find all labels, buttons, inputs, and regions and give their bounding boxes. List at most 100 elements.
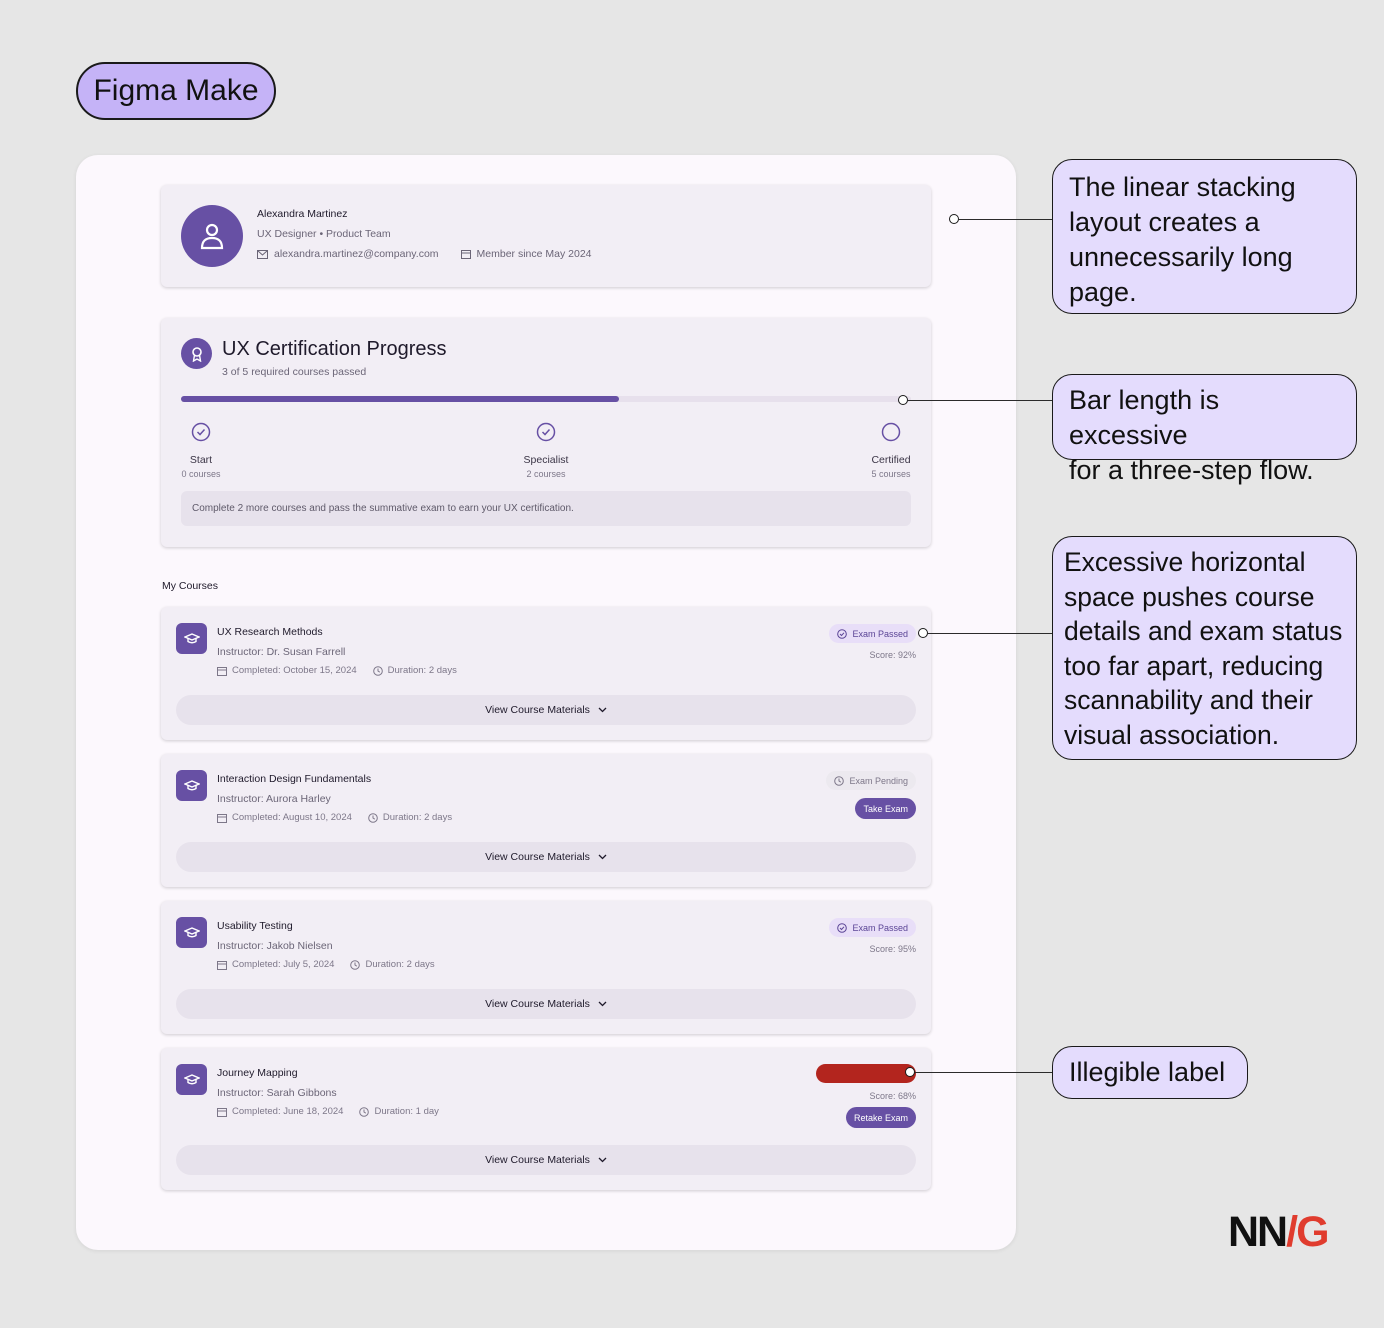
profile-email[interactable]: alexandra.martinez@company.com bbox=[274, 248, 439, 260]
certification-progress-card: UX Certification Progress 3 of 5 require… bbox=[161, 318, 931, 547]
calendar-icon bbox=[460, 250, 471, 259]
course-completed: Completed: July 5, 2024 bbox=[232, 959, 335, 970]
clock-icon bbox=[372, 665, 383, 676]
graduation-cap-icon bbox=[176, 917, 207, 948]
logo-slash: / bbox=[1286, 1208, 1298, 1256]
callout-text-line: layout creates a bbox=[1069, 207, 1260, 237]
award-icon bbox=[181, 338, 212, 369]
course-duration: Duration: 2 days bbox=[365, 959, 435, 970]
callout-illegible-label: Illegible label bbox=[1052, 1046, 1248, 1099]
view-materials-label: View Course Materials bbox=[485, 704, 590, 716]
my-courses-heading: My Courses bbox=[162, 580, 219, 592]
clock-icon bbox=[350, 959, 361, 970]
step-count: 2 courses bbox=[526, 469, 566, 479]
course-completed: Completed: October 15, 2024 bbox=[232, 665, 357, 676]
callout-text-line: space pushes course bbox=[1064, 581, 1315, 612]
graduation-cap-icon bbox=[176, 623, 207, 654]
course-instructor: Instructor: Sarah Gibbons bbox=[217, 1087, 337, 1099]
course-meta: Completed: August 10, 2024 Duration: 2 d… bbox=[217, 812, 452, 823]
figma-make-tag: Figma Make bbox=[76, 62, 276, 120]
progress-fill bbox=[181, 396, 619, 402]
course-score: Score: 68% bbox=[869, 1091, 916, 1101]
course-title: Journey Mapping bbox=[217, 1067, 298, 1079]
view-materials-label: View Course Materials bbox=[485, 998, 590, 1010]
course-title: Interaction Design Fundamentals bbox=[217, 773, 372, 785]
status-badge-illegible bbox=[816, 1064, 916, 1083]
course-title: Usability Testing bbox=[217, 920, 293, 932]
view-course-materials-button[interactable]: View Course Materials bbox=[176, 695, 916, 725]
callout-text-line: The linear stacking bbox=[1069, 172, 1296, 202]
course-duration: Duration: 1 day bbox=[374, 1106, 439, 1117]
profile-name: Alexandra Martinez bbox=[257, 208, 348, 220]
view-course-materials-button[interactable]: View Course Materials bbox=[176, 842, 916, 872]
callout-bar-length: Bar length is excessive for a three-step… bbox=[1052, 374, 1357, 485]
view-materials-label: View Course Materials bbox=[485, 1154, 590, 1166]
callout-leader-line bbox=[908, 400, 1053, 401]
course-instructor: Instructor: Dr. Susan Farrell bbox=[217, 646, 346, 658]
callout-horizontal-space: Excessive horizontal space pushes course… bbox=[1052, 536, 1357, 760]
calendar-icon bbox=[217, 1107, 227, 1117]
callout-leader-line bbox=[928, 633, 1053, 634]
profile-meta: alexandra.martinez@company.com Member si… bbox=[257, 248, 592, 260]
callout-text-line: visual association. bbox=[1064, 719, 1280, 750]
user-icon bbox=[200, 223, 224, 250]
profile-role: UX Designer • Product Team bbox=[257, 228, 391, 240]
status-badge: Exam Passed bbox=[829, 918, 916, 937]
graduation-cap-icon bbox=[176, 770, 207, 801]
check-circle-icon bbox=[837, 922, 848, 933]
course-duration: Duration: 2 days bbox=[387, 665, 457, 676]
calendar-icon bbox=[217, 666, 227, 676]
course-completed: Completed: June 18, 2024 bbox=[232, 1106, 344, 1117]
certification-subtitle: 3 of 5 required courses passed bbox=[222, 366, 367, 378]
callout-text-line: page. bbox=[1069, 277, 1137, 307]
callout-text-line: for a three-step flow. bbox=[1069, 455, 1314, 485]
view-course-materials-button[interactable]: View Course Materials bbox=[176, 989, 916, 1019]
callout-leader-line bbox=[915, 1072, 1053, 1073]
check-circle-icon bbox=[191, 422, 211, 442]
profile-card: Alexandra Martinez UX Designer • Product… bbox=[161, 185, 931, 287]
chevron-down-icon bbox=[598, 1001, 607, 1007]
course-instructor: Instructor: Jakob Nielsen bbox=[217, 940, 333, 952]
callout-linear-stacking: The linear stacking layout creates a unn… bbox=[1052, 159, 1357, 314]
nng-logo: NN / G bbox=[1228, 1208, 1330, 1257]
step-label: Specialist bbox=[523, 454, 569, 466]
course-score: Score: 95% bbox=[869, 944, 916, 954]
certification-note: Complete 2 more courses and pass the sum… bbox=[181, 491, 911, 526]
course-completed: Completed: August 10, 2024 bbox=[232, 812, 352, 823]
clock-icon bbox=[359, 1106, 370, 1117]
empty-circle-icon bbox=[881, 422, 901, 442]
chevron-down-icon bbox=[598, 854, 607, 860]
profile-member-since: Member since May 2024 bbox=[476, 248, 592, 260]
chevron-down-icon bbox=[598, 1157, 607, 1163]
course-title: UX Research Methods bbox=[217, 626, 323, 638]
step-certified: Certified 5 courses bbox=[846, 422, 936, 479]
callout-text-line: too far apart, reducing bbox=[1064, 650, 1324, 681]
course-duration: Duration: 2 days bbox=[382, 812, 453, 823]
status-label: Exam Passed bbox=[852, 922, 908, 933]
course-meta: Completed: October 15, 2024 Duration: 2 … bbox=[217, 665, 457, 676]
calendar-icon bbox=[217, 813, 227, 823]
retake-exam-button[interactable]: Retake Exam bbox=[845, 1107, 916, 1128]
status-badge: Exam Pending bbox=[826, 771, 916, 790]
callout-text-line: scannability and their bbox=[1064, 685, 1313, 715]
course-card-interaction-design: Interaction Design Fundamentals Instruct… bbox=[161, 754, 931, 887]
check-circle-icon bbox=[536, 422, 556, 442]
course-meta: Completed: June 18, 2024 Duration: 1 day bbox=[217, 1106, 439, 1117]
view-course-materials-button[interactable]: View Course Materials bbox=[176, 1145, 916, 1175]
graduation-cap-icon bbox=[176, 1064, 207, 1095]
callout-text-line: Excessive horizontal bbox=[1064, 547, 1306, 577]
course-score: Score: 92% bbox=[869, 650, 916, 660]
calendar-icon bbox=[217, 960, 227, 970]
course-card-usability-testing: Usability Testing Instructor: Jakob Niel… bbox=[161, 901, 931, 1034]
callout-anchor-dot bbox=[898, 395, 908, 405]
avatar bbox=[181, 205, 243, 267]
status-label: Exam Passed bbox=[852, 628, 908, 639]
view-materials-label: View Course Materials bbox=[485, 851, 590, 863]
callout-leader-line bbox=[959, 219, 1053, 220]
progress-track bbox=[181, 396, 911, 402]
step-start: Start 0 courses bbox=[156, 422, 246, 479]
step-count: 5 courses bbox=[871, 469, 911, 479]
status-label: Exam Pending bbox=[849, 775, 908, 786]
step-count: 0 courses bbox=[181, 469, 221, 479]
take-exam-button[interactable]: Take Exam bbox=[855, 798, 916, 819]
